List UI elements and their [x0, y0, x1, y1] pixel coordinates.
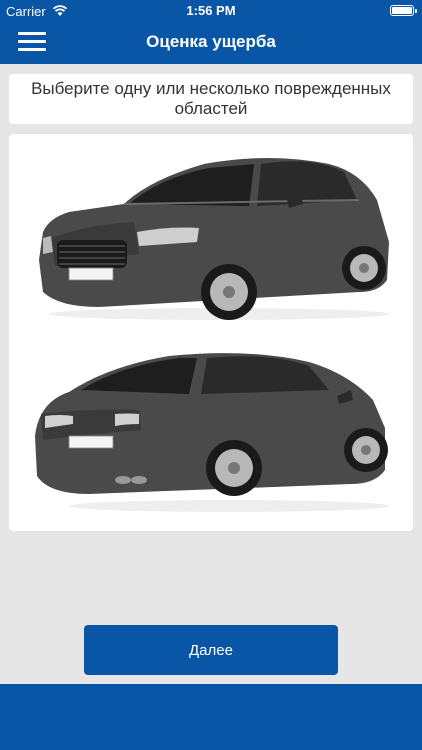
next-button[interactable]: Далее	[84, 625, 338, 675]
clock: 1:56 PM	[186, 3, 236, 18]
instruction-text: Выберите одну или несколько поврежденных…	[31, 79, 391, 118]
instruction-card: Выберите одну или несколько поврежденных…	[9, 74, 413, 124]
status-bar: Carrier 1:56 PM	[0, 0, 422, 22]
navigation-bar: Оценка ущерба	[0, 22, 422, 64]
battery-fill	[392, 7, 412, 14]
page-title: Оценка ущерба	[146, 32, 276, 51]
bottom-bar	[0, 684, 422, 750]
car-selection-panel	[9, 134, 413, 531]
car-rear-view[interactable]	[29, 344, 393, 514]
battery-icon	[390, 5, 417, 16]
top-bar: Carrier 1:56 PM Оценка ущерба	[0, 0, 422, 64]
car-front-view[interactable]	[29, 142, 393, 322]
